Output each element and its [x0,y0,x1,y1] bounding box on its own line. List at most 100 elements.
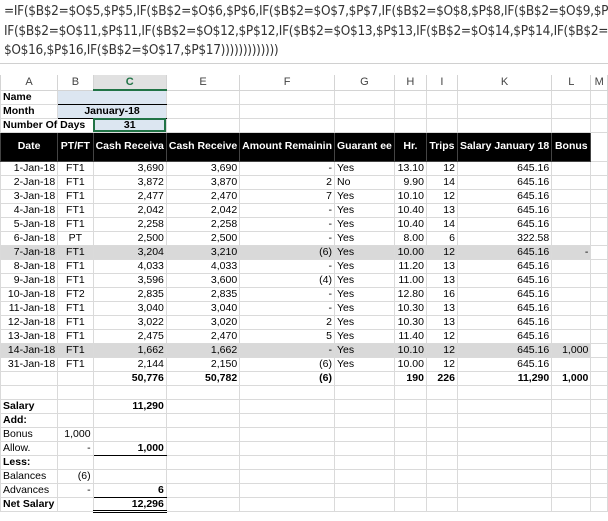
data-cell[interactable]: 2,470 [165,188,241,204]
data-cell[interactable]: 322.58 [456,230,553,246]
data-cell[interactable]: 645.16 [456,342,553,358]
summary-b-value[interactable] [57,496,94,512]
cell[interactable] [590,454,608,470]
cell[interactable] [425,103,458,119]
month-label[interactable]: Month [0,103,59,119]
data-cell[interactable]: 4,033 [165,258,241,274]
summary-label[interactable]: Less: [0,454,59,470]
data-cell[interactable]: 3,870 [165,174,241,190]
spreadsheet-grid[interactable]: A B C E F G H I K L M Name Month January-18 Number Of … [0,75,608,513]
data-cell[interactable]: 31-Jan-18 [0,356,59,372]
cell[interactable] [456,468,553,484]
table-header-8[interactable]: Salary January 18 [456,131,553,162]
summary-c-value[interactable] [92,468,167,484]
data-cell[interactable]: 1,662 [165,342,241,358]
summary-c-value[interactable] [92,426,167,442]
data-cell[interactable]: 645.16 [456,216,553,232]
column-header-K[interactable]: K [456,75,553,91]
cell[interactable] [334,412,395,428]
cell[interactable] [334,398,395,414]
cell[interactable] [239,468,336,484]
cell[interactable] [590,230,608,246]
data-cell[interactable]: PT [57,230,94,246]
summary-c-value[interactable] [92,454,167,470]
cell[interactable] [393,454,427,470]
total-cell[interactable]: (6) [239,370,336,386]
cell[interactable] [590,117,608,133]
total-cell[interactable]: 190 [393,370,427,386]
column-header-F[interactable]: F [239,75,336,91]
cell[interactable] [0,384,59,400]
cell[interactable] [590,482,608,498]
data-cell[interactable]: 12 [425,244,458,260]
cell[interactable] [456,117,553,133]
cell[interactable] [334,426,395,442]
data-cell[interactable]: 2,835 [92,286,167,302]
days-label[interactable]: Number Of Days [0,117,94,133]
cell[interactable] [165,117,241,133]
cell[interactable] [590,131,608,162]
cell[interactable] [334,454,395,470]
data-cell[interactable]: 3,020 [165,314,241,330]
cell[interactable] [425,440,458,456]
column-header-C[interactable]: C [92,75,167,91]
cell[interactable] [551,454,592,470]
data-cell[interactable]: 11.20 [393,258,427,274]
cell[interactable] [551,468,592,484]
data-cell[interactable]: 5 [239,328,336,344]
data-cell[interactable] [551,230,592,246]
cell[interactable] [590,188,608,204]
cell[interactable] [165,496,241,512]
cell[interactable] [239,398,336,414]
data-cell[interactable]: 2,500 [165,230,241,246]
data-cell[interactable]: 1-Jan-18 [0,160,59,176]
table-header-2[interactable]: Cash Receiva [92,131,167,162]
data-cell[interactable]: 2,475 [92,328,167,344]
cell[interactable] [590,440,608,456]
data-cell[interactable] [551,356,592,372]
cell[interactable] [590,384,608,400]
total-cell[interactable]: 226 [425,370,458,386]
data-cell[interactable]: 9.90 [393,174,427,190]
cell[interactable] [590,300,608,316]
summary-label[interactable]: Net Salary [0,496,59,512]
cell[interactable] [456,426,553,442]
data-cell[interactable]: Yes [334,230,395,246]
data-cell[interactable]: 16 [425,286,458,302]
data-cell[interactable]: FT1 [57,174,94,190]
data-cell[interactable]: 11-Jan-18 [0,300,59,316]
data-cell[interactable]: (6) [239,356,336,372]
data-cell[interactable]: FT1 [57,160,94,176]
data-cell[interactable]: Yes [334,356,395,372]
data-cell[interactable]: Yes [334,342,395,358]
cell[interactable] [334,468,395,484]
data-cell[interactable] [551,216,592,232]
cell[interactable] [590,244,608,260]
summary-b-value[interactable]: - [57,482,94,498]
summary-b-value[interactable]: (6) [57,468,94,484]
cell[interactable] [456,103,553,119]
data-cell[interactable]: 6 [425,230,458,246]
data-cell[interactable]: 1,662 [92,342,167,358]
cell[interactable] [590,328,608,344]
data-cell[interactable]: FT1 [57,258,94,274]
cell[interactable] [393,440,427,456]
data-cell[interactable]: 14-Jan-18 [0,342,59,358]
cell[interactable] [590,426,608,442]
data-cell[interactable]: 13.10 [393,160,427,176]
cell[interactable] [393,117,427,133]
data-cell[interactable]: FT1 [57,328,94,344]
data-cell[interactable]: 2,258 [92,216,167,232]
cell[interactable] [590,370,608,386]
summary-c-value[interactable] [92,412,167,428]
data-cell[interactable]: Yes [334,328,395,344]
cell[interactable] [239,89,336,105]
data-cell[interactable] [551,188,592,204]
summary-c-value[interactable]: 11,290 [92,398,167,414]
data-cell[interactable]: (4) [239,272,336,288]
cell[interactable] [239,426,336,442]
data-cell[interactable]: 4-Jan-18 [0,202,59,218]
cell[interactable] [551,103,592,119]
data-cell[interactable]: 3-Jan-18 [0,188,59,204]
data-cell[interactable]: 11.40 [393,328,427,344]
